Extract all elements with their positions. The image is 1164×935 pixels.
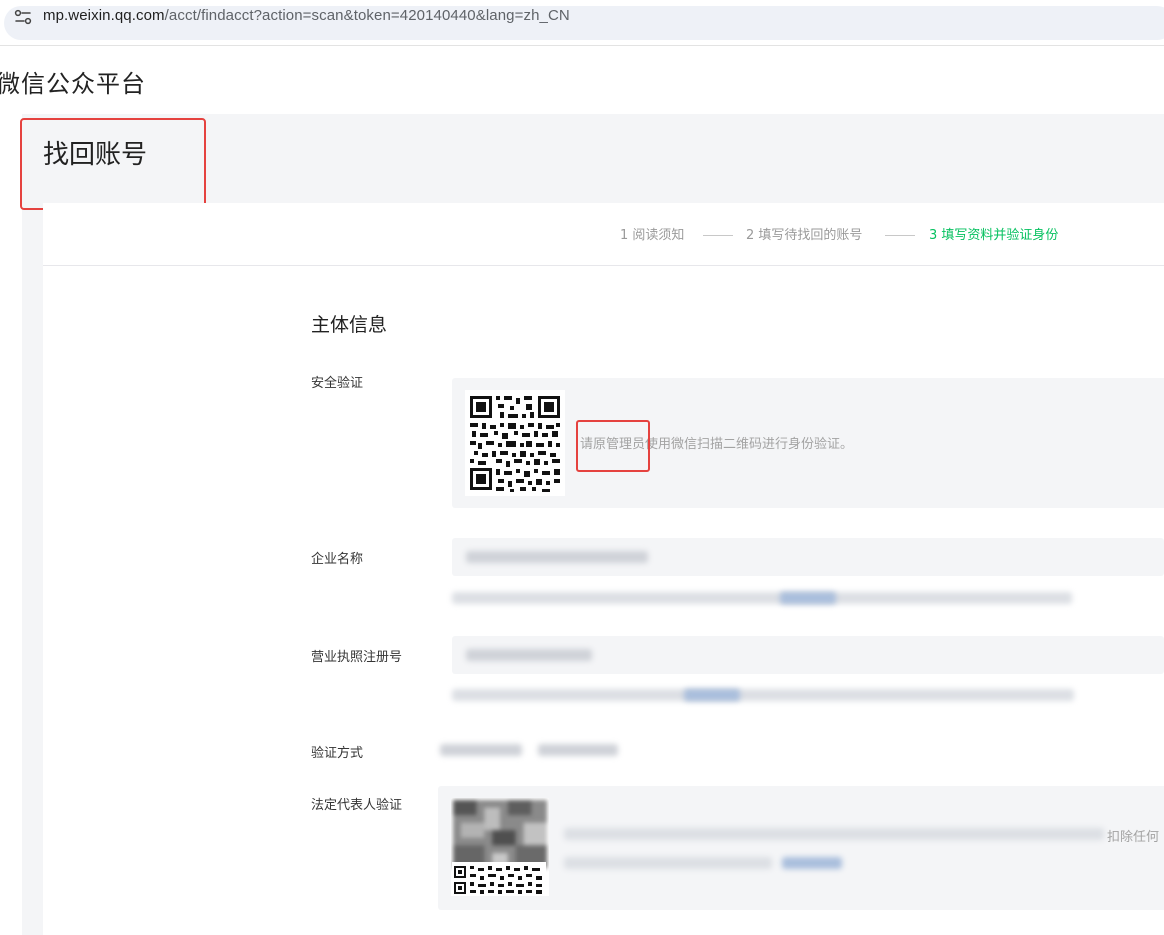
step-1: 1 阅读须知	[620, 228, 685, 243]
step-3: 3 填写资料并验证身份	[929, 228, 1059, 243]
redacted-value	[466, 649, 592, 661]
qr-code-icon	[465, 390, 565, 496]
verify-option-b[interactable]	[538, 744, 618, 756]
url-host: mp.weixin.qq.com	[43, 7, 165, 24]
browser-address-bar: mp.weixin.qq.com/acct/findacct?action=sc…	[0, 0, 1164, 46]
redacted-legal-text	[564, 857, 772, 869]
url-path: /acct/findacct?action=scan&token=4201404…	[164, 7, 570, 24]
section-title: 主体信息	[311, 314, 388, 336]
redacted-link[interactable]	[782, 857, 842, 869]
redacted-legal-text	[564, 828, 1104, 840]
company-name-input[interactable]	[452, 538, 1164, 576]
redacted-link[interactable]	[780, 592, 836, 604]
license-number-label: 营业执照注册号	[311, 650, 403, 665]
title-highlight-box	[20, 118, 206, 210]
step-divider	[885, 235, 915, 236]
pixelated-image	[453, 800, 547, 868]
license-number-input[interactable]	[452, 636, 1164, 674]
redacted-link[interactable]	[684, 689, 740, 701]
company-name-label: 企业名称	[311, 552, 364, 567]
legal-rep-label: 法定代表人验证	[311, 798, 403, 813]
site-settings-icon[interactable]	[14, 9, 32, 25]
redacted-hint	[452, 592, 1072, 604]
legal-rep-qr-image	[451, 798, 549, 896]
verify-option-a[interactable]	[440, 744, 522, 756]
brand-title[interactable]: 微信公众平台	[0, 64, 146, 99]
legal-rep-text-tail: 扣除任何	[1107, 830, 1160, 845]
step-2: 2 填写待找回的账号	[746, 228, 863, 243]
security-label: 安全验证	[311, 376, 364, 391]
redacted-hint	[452, 689, 1074, 701]
qr-code-image	[465, 390, 565, 496]
small-qr-icon	[452, 862, 546, 896]
verify-method-label: 验证方式	[311, 746, 364, 761]
redacted-value	[466, 551, 648, 563]
step-divider	[703, 235, 733, 236]
url-text[interactable]: mp.weixin.qq.com/acct/findacct?action=sc…	[43, 7, 570, 24]
tip-highlight-box	[576, 420, 650, 472]
